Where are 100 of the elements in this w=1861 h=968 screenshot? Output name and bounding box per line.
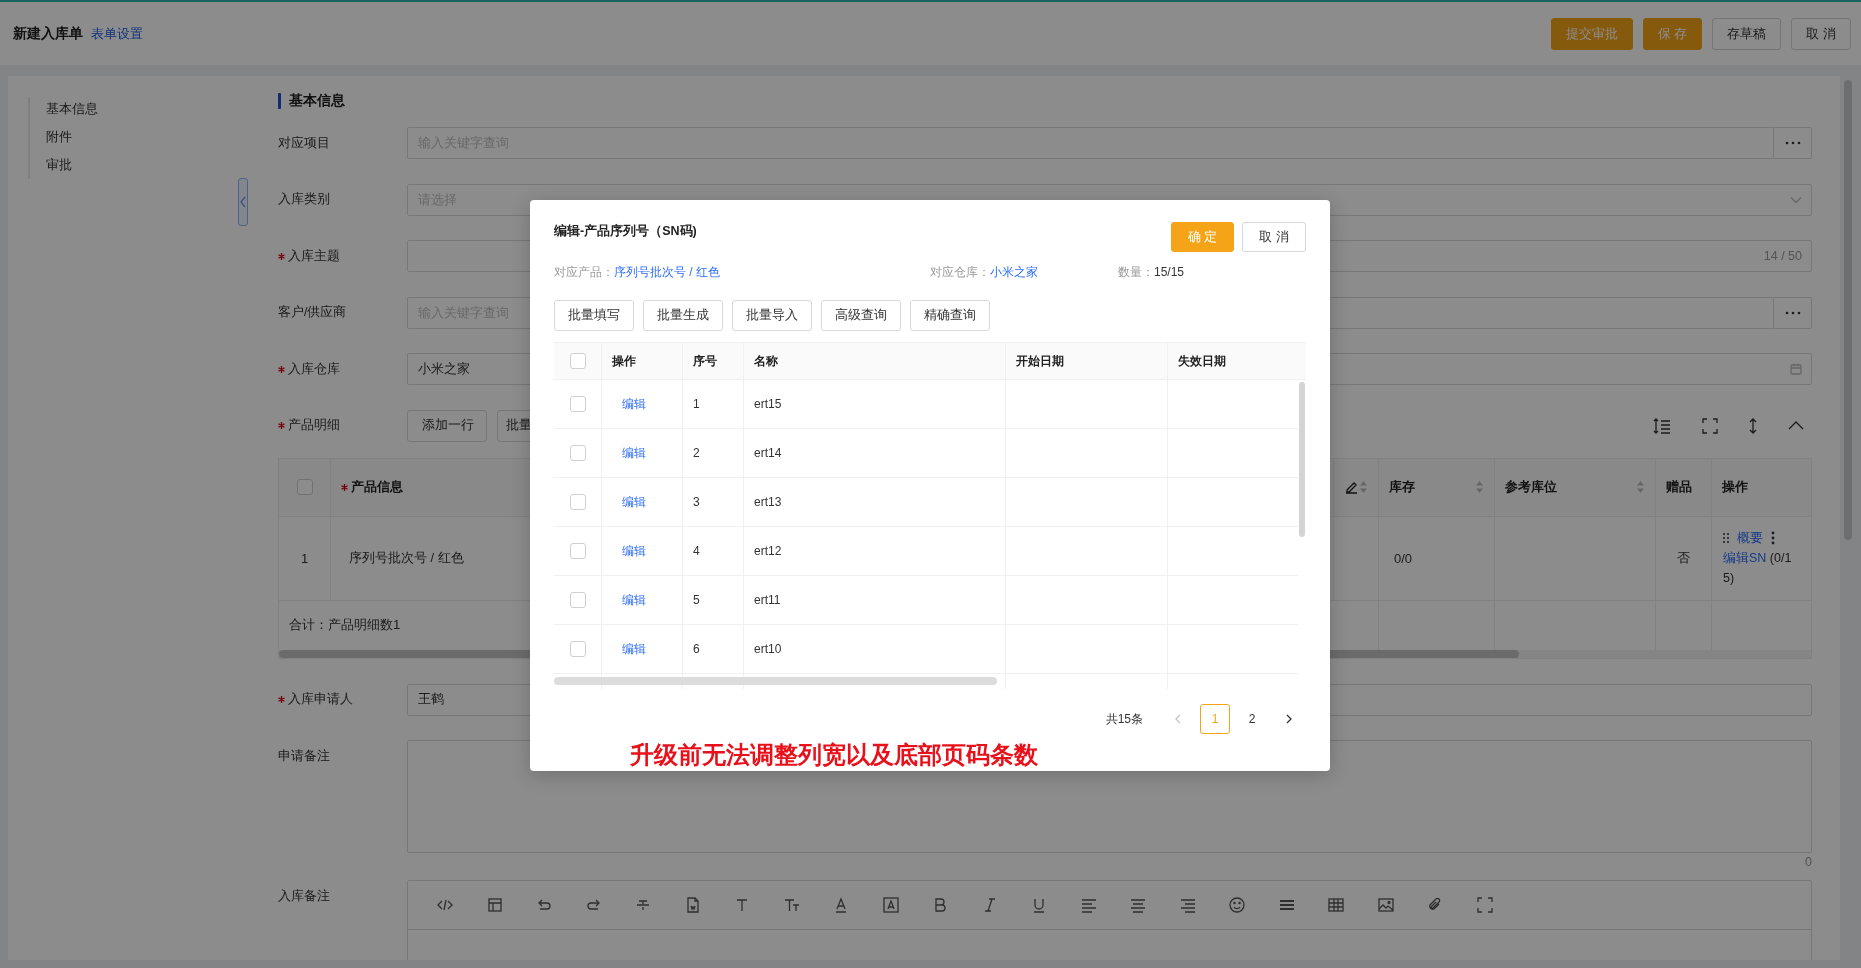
field-label: 入库仓库 — [288, 360, 340, 378]
chevron-left-icon — [240, 196, 246, 208]
table-cell: 6 — [693, 642, 700, 656]
toolbar-button[interactable]: 批量填写 — [554, 300, 634, 331]
form-settings-link[interactable]: 表单设置 — [91, 24, 143, 43]
table-cell: ert12 — [754, 544, 782, 558]
checkbox[interactable] — [569, 396, 586, 412]
edit-link[interactable]: 编辑 — [622, 444, 646, 462]
chevron-down-icon — [1790, 196, 1802, 203]
column-header: 产品信息 — [351, 478, 403, 496]
column-header: 参考库位 — [1505, 478, 1557, 496]
more-vertical-icon[interactable] — [1771, 531, 1775, 545]
field-label: 客户/供应商 — [278, 304, 347, 321]
table-cell: ert13 — [754, 495, 782, 509]
page-title: 新建入库单 — [13, 24, 83, 43]
checkbox[interactable] — [569, 445, 586, 461]
checkbox[interactable] — [296, 479, 313, 495]
chevron-left-icon — [1175, 714, 1181, 724]
scrollbar[interactable] — [1299, 382, 1305, 537]
summary-link[interactable]: 概要 — [1737, 528, 1763, 548]
table-cell: 1 — [693, 397, 700, 411]
table-icon[interactable] — [1327, 896, 1345, 914]
char-counter: 14 / 50 — [1763, 249, 1802, 263]
field-label: 申请备注 — [278, 747, 330, 765]
info-value: 15/15 — [1154, 264, 1185, 280]
info-link[interactable]: 序列号批次号 / 红色 — [614, 264, 720, 280]
toolbar-button[interactable]: 精确查询 — [910, 300, 990, 331]
cancel-button[interactable]: 取 消 — [1242, 222, 1306, 252]
drag-handle-icon[interactable] — [1723, 533, 1729, 543]
info-label: 对应产品： — [554, 264, 614, 280]
action-button[interactable]: 添加一行 — [407, 409, 487, 442]
checkbox[interactable] — [569, 592, 586, 608]
checkbox[interactable] — [569, 353, 586, 369]
checkbox[interactable] — [569, 494, 586, 510]
table-cell: ert10 — [754, 642, 782, 656]
column-header: 库存 — [1389, 478, 1415, 496]
more-icon — [1784, 141, 1801, 145]
table-cell: 序列号批次号 / 红色 — [349, 549, 464, 567]
field-label: 入库类别 — [278, 191, 330, 208]
sort-icon[interactable] — [1636, 480, 1645, 494]
edit-link[interactable]: 编辑 — [622, 640, 646, 658]
field-label: 入库主题 — [288, 247, 340, 265]
align-center-icon[interactable] — [1129, 896, 1147, 914]
emoji-icon[interactable] — [1228, 896, 1246, 914]
chevron-up-icon[interactable] — [1788, 421, 1804, 430]
toolbar-button[interactable]: 高级查询 — [821, 300, 901, 331]
toolbar-button[interactable]: 批量导入 — [732, 300, 812, 331]
nav-item[interactable]: 审批 — [30, 155, 150, 175]
table-cell: 4 — [693, 544, 700, 558]
field-label: 入库备注 — [278, 887, 330, 905]
edit-link[interactable]: 编辑 — [622, 591, 646, 609]
more-icon — [1784, 310, 1801, 315]
table-cell: 2 — [693, 446, 700, 460]
total-count: 共15条 — [1105, 710, 1143, 728]
table-cell: 1 — [300, 550, 309, 566]
info-link[interactable]: 小米之家 — [990, 264, 1038, 280]
align-left-icon[interactable] — [1079, 896, 1098, 914]
column-header: 序号 — [693, 352, 717, 370]
table-footer-text: 合计：产品明细数1 — [289, 616, 401, 634]
field-label: 入库申请人 — [288, 691, 353, 708]
scrollbar[interactable] — [554, 677, 997, 685]
section-marker — [278, 93, 281, 109]
vertical-arrows-icon[interactable] — [1749, 417, 1757, 434]
row-height-icon[interactable] — [1653, 416, 1671, 435]
column-header: 操作 — [1722, 478, 1748, 496]
checkbox[interactable] — [569, 543, 586, 559]
calendar-icon — [1790, 363, 1802, 375]
column-header: 赠品 — [1666, 478, 1692, 496]
sort-icon[interactable] — [1475, 480, 1484, 494]
edit-icon[interactable] — [1344, 480, 1358, 494]
nav-item[interactable]: 基本信息 — [30, 99, 150, 119]
table-cell: 3 — [693, 495, 700, 509]
highlight-icon[interactable] — [881, 896, 900, 914]
column-header: 开始日期 — [1016, 352, 1064, 370]
table-cell: 0/0 — [1394, 550, 1413, 566]
collapse-handle[interactable] — [238, 178, 248, 226]
column-header: 操作 — [612, 352, 636, 370]
edit-link[interactable]: 编辑 — [622, 542, 646, 560]
edit-sn-link[interactable]: 编辑SN — [1723, 551, 1767, 565]
table-cell: ert15 — [754, 397, 782, 411]
field-label: 对应项目 — [278, 134, 330, 152]
edit-link[interactable]: 编辑 — [622, 395, 646, 413]
nav-item[interactable]: 附件 — [30, 127, 150, 147]
secondary-button[interactable]: 取 消 — [1791, 17, 1851, 50]
secondary-button[interactable]: 存草稿 — [1712, 17, 1782, 50]
image-icon[interactable] — [1376, 896, 1395, 914]
dialog-title: 编辑-产品序列号（SN码) — [554, 223, 697, 240]
table-cell: ert14 — [754, 446, 782, 460]
align-right-icon[interactable] — [1178, 896, 1197, 914]
table-cell: 否 — [1677, 549, 1690, 567]
toolbar-button[interactable]: 批量生成 — [643, 300, 723, 331]
fullscreen-icon[interactable] — [1475, 896, 1494, 914]
template-icon[interactable] — [485, 896, 504, 914]
section-title: 基本信息 — [289, 92, 345, 110]
column-header: 失效日期 — [1178, 352, 1226, 370]
text-size-icon[interactable] — [782, 896, 801, 914]
fullscreen-icon[interactable] — [1702, 417, 1718, 434]
table-cell: ert11 — [754, 593, 781, 607]
edit-link[interactable]: 编辑 — [622, 493, 646, 511]
checkbox[interactable] — [569, 641, 586, 657]
